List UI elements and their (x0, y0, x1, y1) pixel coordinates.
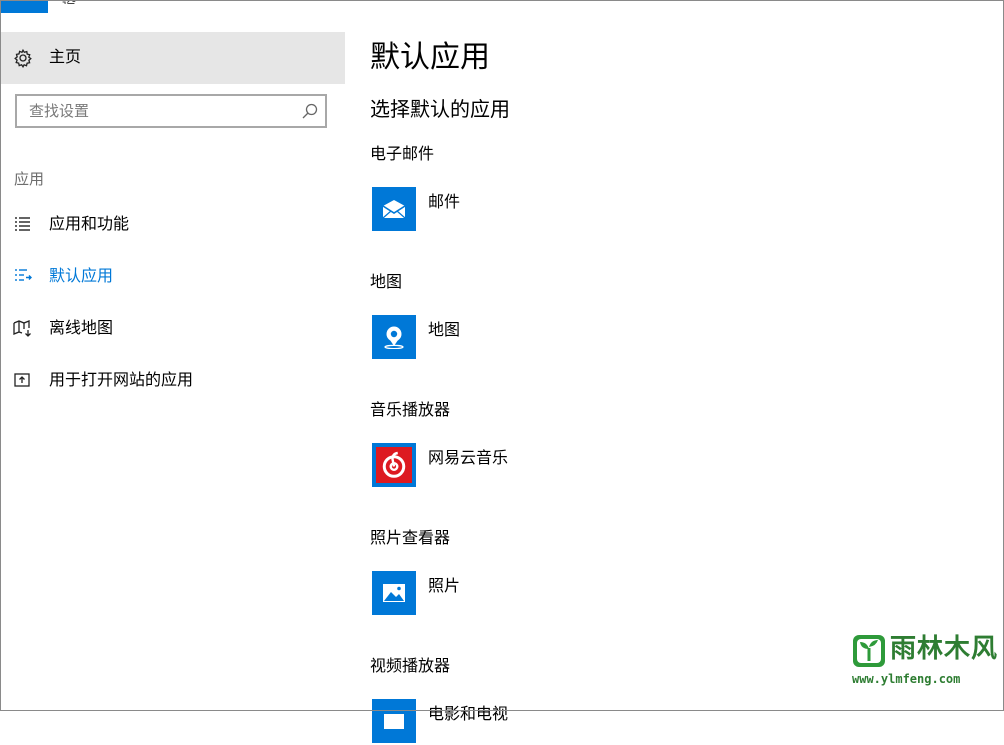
section-label-apps: 应用 (14, 170, 45, 188)
default-app-video-button[interactable]: 电影和电视 (372, 699, 672, 745)
category-label-maps: 地图 (370, 272, 403, 291)
default-app-name: 地图 (428, 320, 461, 339)
sidebar-item-apps-features[interactable]: 应用和功能 (1, 205, 345, 243)
sidebar-item-apps-for-websites[interactable]: 用于打开网站的应用 (1, 361, 345, 399)
default-app-name: 电影和电视 (428, 704, 509, 723)
default-app-name: 邮件 (428, 192, 461, 211)
sidebar-item-offline-maps[interactable]: 离线地图 (1, 309, 345, 347)
category-label-music-player: 音乐播放器 (370, 400, 451, 419)
default-apps-icon (13, 267, 33, 285)
netease-music-icon (372, 443, 416, 487)
page-subtitle: 选择默认的应用 (370, 97, 510, 121)
sidebar: 主页 应用 应用和功能 (1, 14, 345, 709)
gear-icon (13, 48, 33, 69)
watermark-url: www.ylmfeng.com (852, 672, 961, 686)
category-label-email: 电子邮件 (370, 144, 435, 163)
open-website-icon (13, 371, 33, 389)
watermark: 雨林木风 www.ylmfeng.com (848, 630, 998, 690)
movies-tv-icon (372, 699, 416, 743)
home-button[interactable]: 主页 (1, 32, 345, 84)
window-title: 设置 (62, 0, 88, 4)
maps-icon (372, 315, 416, 359)
watermark-name: 雨林木风 (890, 634, 999, 664)
main-content: 默认应用 选择默认的应用 电子邮件 邮件 地图 地图 音乐播放器 网易云音乐 照… (370, 0, 990, 743)
category-label-video-player: 视频播放器 (370, 656, 451, 675)
default-app-name: 网易云音乐 (428, 448, 509, 467)
mail-icon (372, 187, 416, 231)
sidebar-item-label: 离线地图 (49, 318, 114, 337)
watermark-logo-icon (852, 634, 886, 668)
search-box[interactable] (15, 94, 327, 128)
sidebar-item-default-apps[interactable]: 默认应用 (1, 257, 345, 295)
default-app-email-button[interactable]: 邮件 (372, 187, 672, 233)
sidebar-item-label: 默认应用 (49, 266, 114, 285)
offline-map-icon (13, 319, 33, 337)
search-input[interactable] (17, 96, 299, 126)
default-app-maps-button[interactable]: 地图 (372, 315, 672, 361)
default-app-name: 照片 (428, 576, 461, 595)
photos-icon (372, 571, 416, 615)
category-label-photo-viewer: 照片查看器 (370, 528, 451, 547)
home-label: 主页 (49, 47, 82, 66)
sidebar-item-label: 用于打开网站的应用 (49, 370, 194, 389)
search-icon[interactable] (301, 102, 319, 120)
default-app-photos-button[interactable]: 照片 (372, 571, 672, 617)
page-title: 默认应用 (370, 40, 490, 75)
sidebar-item-label: 应用和功能 (49, 214, 130, 233)
title-bar-accent (1, 1, 48, 13)
default-app-music-button[interactable]: 网易云音乐 (372, 443, 672, 489)
list-icon (13, 215, 33, 233)
